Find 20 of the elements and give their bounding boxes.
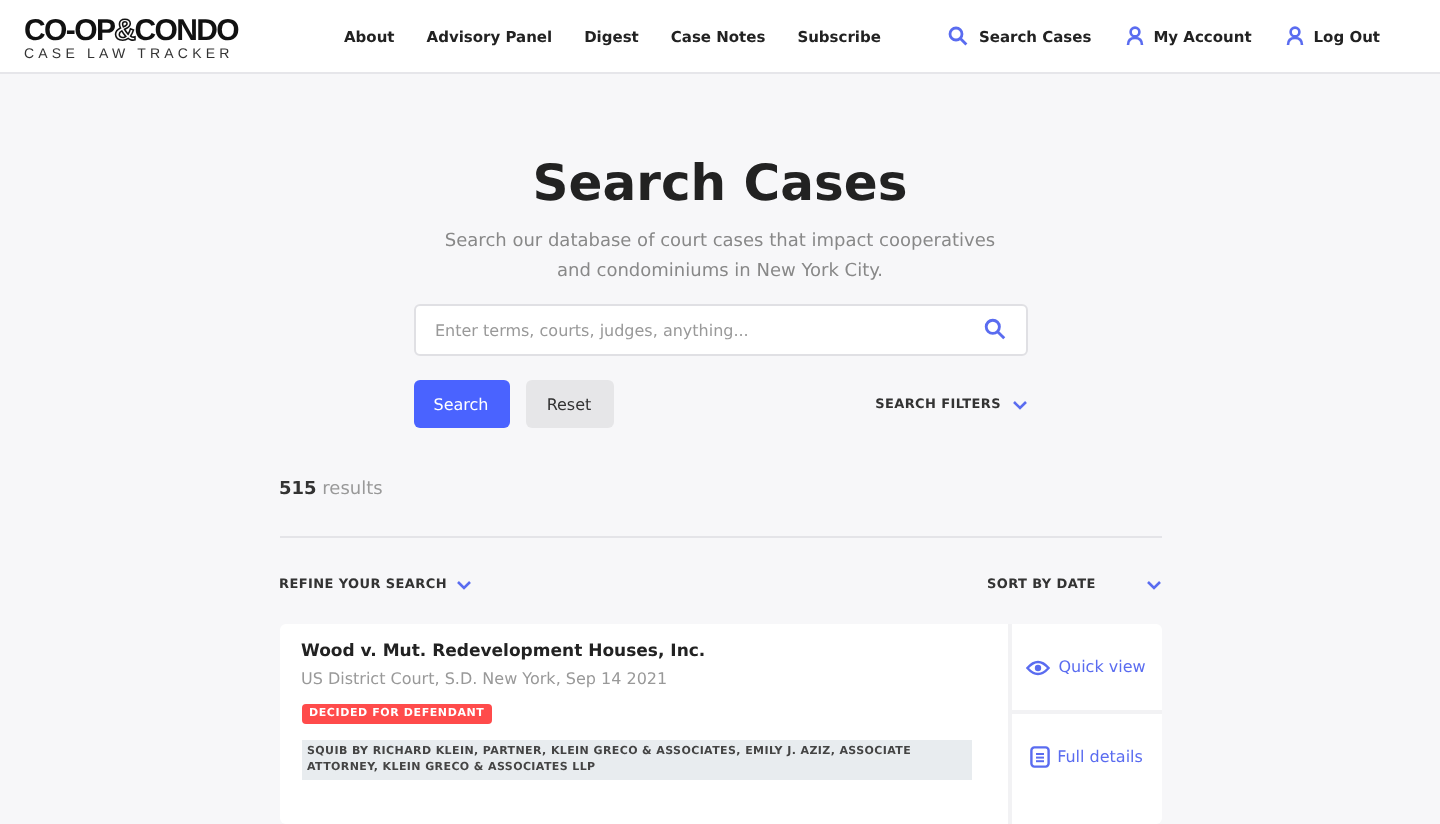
chevron-down-icon	[1145, 579, 1161, 589]
chevron-down-icon	[1011, 399, 1027, 409]
case-court: US District Court, S.D. New York, Sep 14 2021	[301, 670, 668, 688]
user-icon	[1125, 26, 1144, 46]
document-icon	[1029, 746, 1050, 768]
page-subtitle: Search our database of court cases that impact cooperatives and condominiums in New York City.	[442, 230, 998, 286]
search-field[interactable]: Enter terms, courts, judges, anything...	[413, 304, 1027, 356]
logo-wordmark[interactable]: CO-OP&CONDO	[24, 13, 239, 47]
search-icon	[948, 26, 969, 46]
results-count: 515 results	[279, 480, 385, 500]
user-icon	[1285, 26, 1304, 46]
case-action-link[interactable]: Quick view	[1011, 624, 1161, 710]
search-button[interactable]: Search	[413, 380, 509, 428]
search-icon	[983, 318, 1005, 340]
page-title: Search Cases	[532, 154, 908, 214]
chevron-down-icon	[456, 579, 473, 589]
reset-button[interactable]: Reset	[525, 380, 613, 428]
case-title[interactable]: Wood v. Mut. Redevelopment Houses, Inc.	[301, 642, 706, 662]
eye-icon	[1026, 659, 1051, 675]
case-action-link[interactable]: Full details	[1011, 710, 1161, 800]
